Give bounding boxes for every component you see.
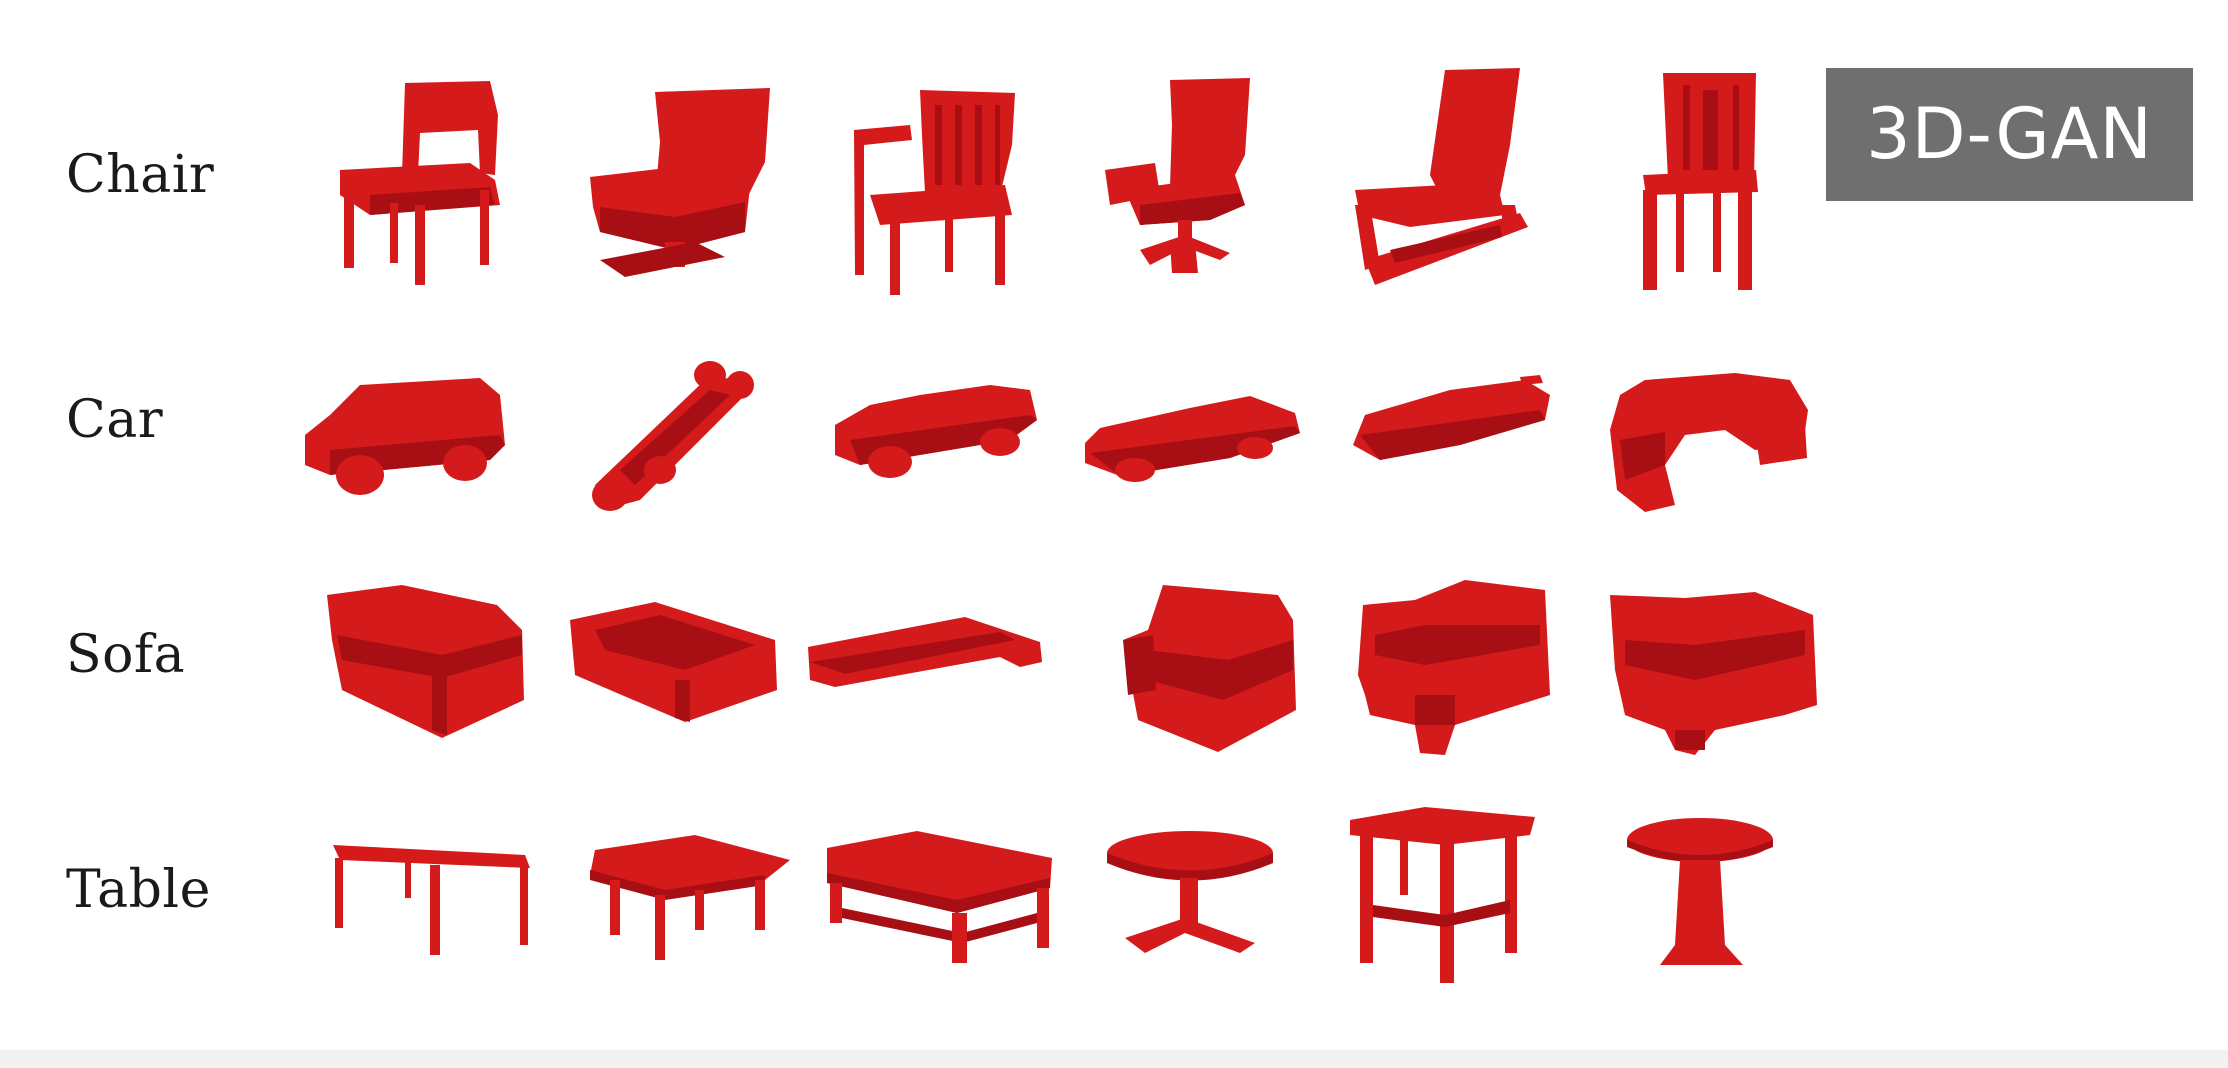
row-label-sofa: Sofa xyxy=(66,625,186,685)
chair-shape-3 xyxy=(854,90,1015,295)
sofa-shape-5 xyxy=(1358,580,1550,755)
car-shape-1 xyxy=(305,378,505,495)
chair-shape-1 xyxy=(340,81,500,285)
chair-shape-5 xyxy=(1355,68,1528,285)
row-label-table: Table xyxy=(66,860,211,920)
row-label-car: Car xyxy=(66,390,164,450)
chair-shape-6 xyxy=(1643,73,1758,290)
chair-shape-2 xyxy=(590,88,770,277)
car-shape-3 xyxy=(835,385,1037,478)
figure-canvas: Chair Car Sofa Table 3D-GAN xyxy=(0,0,2228,1068)
car-shape-2 xyxy=(592,361,754,511)
sofa-shape-3 xyxy=(808,617,1042,687)
row-label-chair: Chair xyxy=(66,145,215,205)
sofa-shape-6 xyxy=(1610,592,1817,755)
method-badge: 3D-GAN xyxy=(1826,68,2193,201)
table-shape-6 xyxy=(1627,818,1773,965)
sofa-shape-4 xyxy=(1123,585,1296,752)
car-shape-6 xyxy=(1610,373,1808,512)
sofa-shape-1 xyxy=(327,585,524,738)
chair-shape-4 xyxy=(1105,78,1250,273)
table-shape-4 xyxy=(1107,831,1273,953)
car-shape-5 xyxy=(1353,375,1550,460)
car-shape-4 xyxy=(1085,396,1300,482)
table-shape-1 xyxy=(333,845,530,955)
table-shape-2 xyxy=(590,835,790,960)
table-shape-5 xyxy=(1350,807,1535,983)
table-shape-3 xyxy=(827,831,1052,963)
bottom-band xyxy=(0,1050,2228,1068)
sofa-shape-2 xyxy=(570,602,777,722)
